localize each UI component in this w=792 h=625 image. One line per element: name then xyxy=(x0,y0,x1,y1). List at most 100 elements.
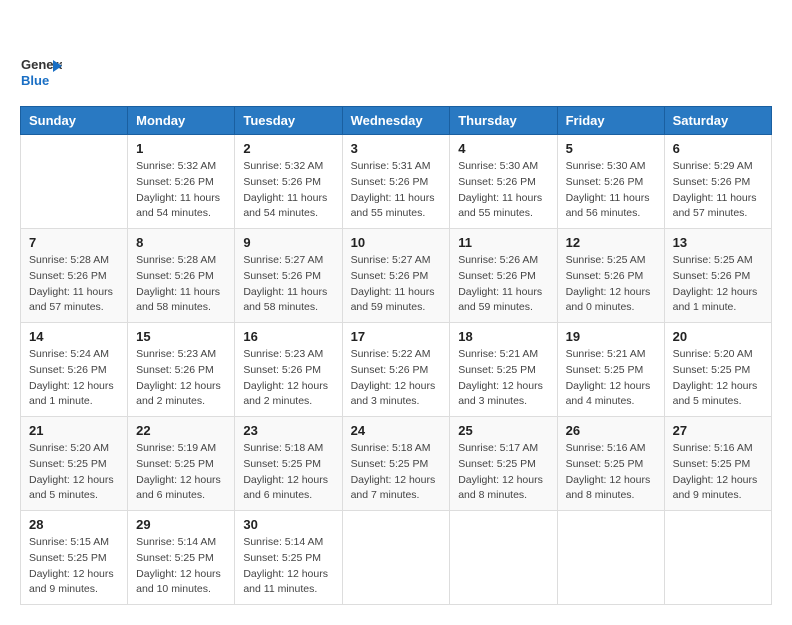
cell-line: Sunset: 5:26 PM xyxy=(351,176,429,188)
day-number: 29 xyxy=(136,517,226,532)
cell-line: Sunset: 5:25 PM xyxy=(243,552,321,564)
cell-line: Sunset: 5:26 PM xyxy=(566,270,644,282)
cell-line: and 8 minutes. xyxy=(566,489,635,501)
calendar-cell: 19Sunrise: 5:21 AMSunset: 5:25 PMDayligh… xyxy=(557,323,664,417)
cell-content: Sunrise: 5:28 AMSunset: 5:26 PMDaylight:… xyxy=(136,253,226,316)
cell-line: Sunrise: 5:28 AM xyxy=(29,254,109,266)
day-number: 11 xyxy=(458,235,548,250)
day-number: 13 xyxy=(673,235,763,250)
cell-line: Sunrise: 5:23 AM xyxy=(136,348,216,360)
day-number: 19 xyxy=(566,329,656,344)
cell-line: Daylight: 11 hours xyxy=(351,192,435,204)
week-row-5: 28 Sunrise: 5:15 AMSunset: 5:25 PMDayligh… xyxy=(21,511,772,605)
cell-line: Sunrise: 5:18 AM xyxy=(243,442,323,454)
week-row-1: 1Sunrise: 5:32 AMSunset: 5:26 PMDaylight… xyxy=(21,135,772,229)
day-number: 20 xyxy=(673,329,763,344)
cell-line: Sunrise: 5:16 AM xyxy=(673,442,753,454)
day-number: 23 xyxy=(243,423,333,438)
cell-content: Sunrise: 5:14 AMSunset: 5:25 PMDaylight:… xyxy=(243,535,333,598)
cell-content: Sunrise: 5:26 AMSunset: 5:26 PMDaylight:… xyxy=(458,253,548,316)
calendar-cell: 4Sunrise: 5:30 AMSunset: 5:26 PMDaylight… xyxy=(450,135,557,229)
cell-content: Sunrise: 5:15 AMSunset: 5:25 PMDaylight:… xyxy=(29,535,119,598)
calendar-cell: 24 Sunrise: 5:18 AMSunset: 5:25 PMDayligh… xyxy=(342,417,450,511)
cell-content: Sunrise: 5:27 AMSunset: 5:26 PMDaylight:… xyxy=(243,253,333,316)
day-number: 26 xyxy=(566,423,656,438)
calendar-cell xyxy=(342,511,450,605)
day-number: 27 xyxy=(673,423,763,438)
day-number: 7 xyxy=(29,235,119,250)
calendar-cell: 17 Sunrise: 5:22 AMSunset: 5:26 PMDayligh… xyxy=(342,323,450,417)
calendar-cell: 10Sunrise: 5:27 AMSunset: 5:26 PMDayligh… xyxy=(342,229,450,323)
day-number: 17 xyxy=(351,329,442,344)
cell-content: Sunrise: 5:21 AMSunset: 5:25 PMDaylight:… xyxy=(458,347,548,410)
cell-content: Sunrise: 5:32 AMSunset: 5:26 PMDaylight:… xyxy=(136,159,226,222)
calendar-cell: 18Sunrise: 5:21 AMSunset: 5:25 PMDayligh… xyxy=(450,323,557,417)
cell-line: Sunset: 5:26 PM xyxy=(243,364,321,376)
week-row-4: 21Sunrise: 5:20 AMSunset: 5:25 PMDayligh… xyxy=(21,417,772,511)
cell-line: Sunset: 5:26 PM xyxy=(136,270,214,282)
cell-line: Daylight: 12 hours xyxy=(351,474,436,486)
day-number: 4 xyxy=(458,141,548,156)
cell-line: Sunset: 5:25 PM xyxy=(29,552,107,564)
cell-line: Sunrise: 5:23 AM xyxy=(243,348,323,360)
calendar-cell: 21Sunrise: 5:20 AMSunset: 5:25 PMDayligh… xyxy=(21,417,128,511)
cell-line: Sunset: 5:26 PM xyxy=(458,176,536,188)
cell-content: Sunrise: 5:31 AMSunset: 5:26 PMDaylight:… xyxy=(351,159,442,222)
cell-line: Daylight: 12 hours xyxy=(566,380,651,392)
cell-line: Daylight: 11 hours xyxy=(136,286,220,298)
cell-content: Sunrise: 5:20 AMSunset: 5:25 PMDaylight:… xyxy=(29,441,119,504)
day-number: 14 xyxy=(29,329,119,344)
cell-line: Daylight: 11 hours xyxy=(136,192,220,204)
cell-line: and 10 minutes. xyxy=(136,583,211,595)
weekday-header-monday: Monday xyxy=(128,107,235,135)
day-number: 25 xyxy=(458,423,548,438)
calendar-cell: 27 Sunrise: 5:16 AMSunset: 5:25 PMDayligh… xyxy=(664,417,771,511)
cell-line: Daylight: 11 hours xyxy=(243,192,327,204)
cell-line: Sunrise: 5:30 AM xyxy=(458,160,538,172)
calendar-cell: 16Sunrise: 5:23 AMSunset: 5:26 PMDayligh… xyxy=(235,323,342,417)
cell-content: Sunrise: 5:16 AMSunset: 5:25 PMDaylight:… xyxy=(673,441,763,504)
cell-line: Daylight: 12 hours xyxy=(243,380,328,392)
day-number: 28 xyxy=(29,517,119,532)
calendar-table: SundayMondayTuesdayWednesdayThursdayFrid… xyxy=(20,106,772,605)
cell-line: Daylight: 12 hours xyxy=(458,380,543,392)
day-number: 24 xyxy=(351,423,442,438)
cell-line: Sunrise: 5:16 AM xyxy=(566,442,646,454)
cell-content: Sunrise: 5:18 AMSunset: 5:25 PMDaylight:… xyxy=(243,441,333,504)
cell-line: Daylight: 12 hours xyxy=(673,474,758,486)
cell-line: and 2 minutes. xyxy=(243,395,312,407)
cell-line: and 9 minutes. xyxy=(29,583,98,595)
cell-content: Sunrise: 5:18 AMSunset: 5:25 PMDaylight:… xyxy=(351,441,442,504)
cell-content: Sunrise: 5:29 AMSunset: 5:26 PMDaylight:… xyxy=(673,159,763,222)
cell-line: Sunset: 5:25 PM xyxy=(136,458,214,470)
calendar-cell: 30Sunrise: 5:14 AMSunset: 5:25 PMDayligh… xyxy=(235,511,342,605)
cell-line: Daylight: 11 hours xyxy=(673,192,757,204)
cell-line: Daylight: 12 hours xyxy=(243,474,328,486)
day-number: 12 xyxy=(566,235,656,250)
cell-line: and 3 minutes. xyxy=(351,395,420,407)
cell-line: Sunrise: 5:22 AM xyxy=(351,348,431,360)
cell-line: Daylight: 12 hours xyxy=(243,568,328,580)
cell-line: and 6 minutes. xyxy=(243,489,312,501)
page-header: General Blue xyxy=(20,20,772,90)
calendar-cell: 3Sunrise: 5:31 AMSunset: 5:26 PMDaylight… xyxy=(342,135,450,229)
calendar-cell: 12Sunrise: 5:25 AMSunset: 5:26 PMDayligh… xyxy=(557,229,664,323)
cell-line: Sunset: 5:25 PM xyxy=(566,458,644,470)
weekday-header-tuesday: Tuesday xyxy=(235,107,342,135)
cell-line: Sunset: 5:26 PM xyxy=(351,270,429,282)
cell-content: Sunrise: 5:30 AMSunset: 5:26 PMDaylight:… xyxy=(458,159,548,222)
calendar-cell xyxy=(664,511,771,605)
cell-line: Daylight: 12 hours xyxy=(673,286,758,298)
calendar-cell: 5Sunrise: 5:30 AMSunset: 5:26 PMDaylight… xyxy=(557,135,664,229)
cell-line: Sunset: 5:26 PM xyxy=(458,270,536,282)
cell-content: Sunrise: 5:17 AMSunset: 5:25 PMDaylight:… xyxy=(458,441,548,504)
cell-line: and 55 minutes. xyxy=(351,207,426,219)
calendar-cell: 6Sunrise: 5:29 AMSunset: 5:26 PMDaylight… xyxy=(664,135,771,229)
cell-content: Sunrise: 5:23 AMSunset: 5:26 PMDaylight:… xyxy=(136,347,226,410)
cell-content: Sunrise: 5:27 AMSunset: 5:26 PMDaylight:… xyxy=(351,253,442,316)
weekday-header-thursday: Thursday xyxy=(450,107,557,135)
cell-line: Sunset: 5:25 PM xyxy=(351,458,429,470)
cell-line: Sunrise: 5:20 AM xyxy=(673,348,753,360)
svg-text:Blue: Blue xyxy=(21,73,49,88)
cell-content: Sunrise: 5:22 AMSunset: 5:26 PMDaylight:… xyxy=(351,347,442,410)
